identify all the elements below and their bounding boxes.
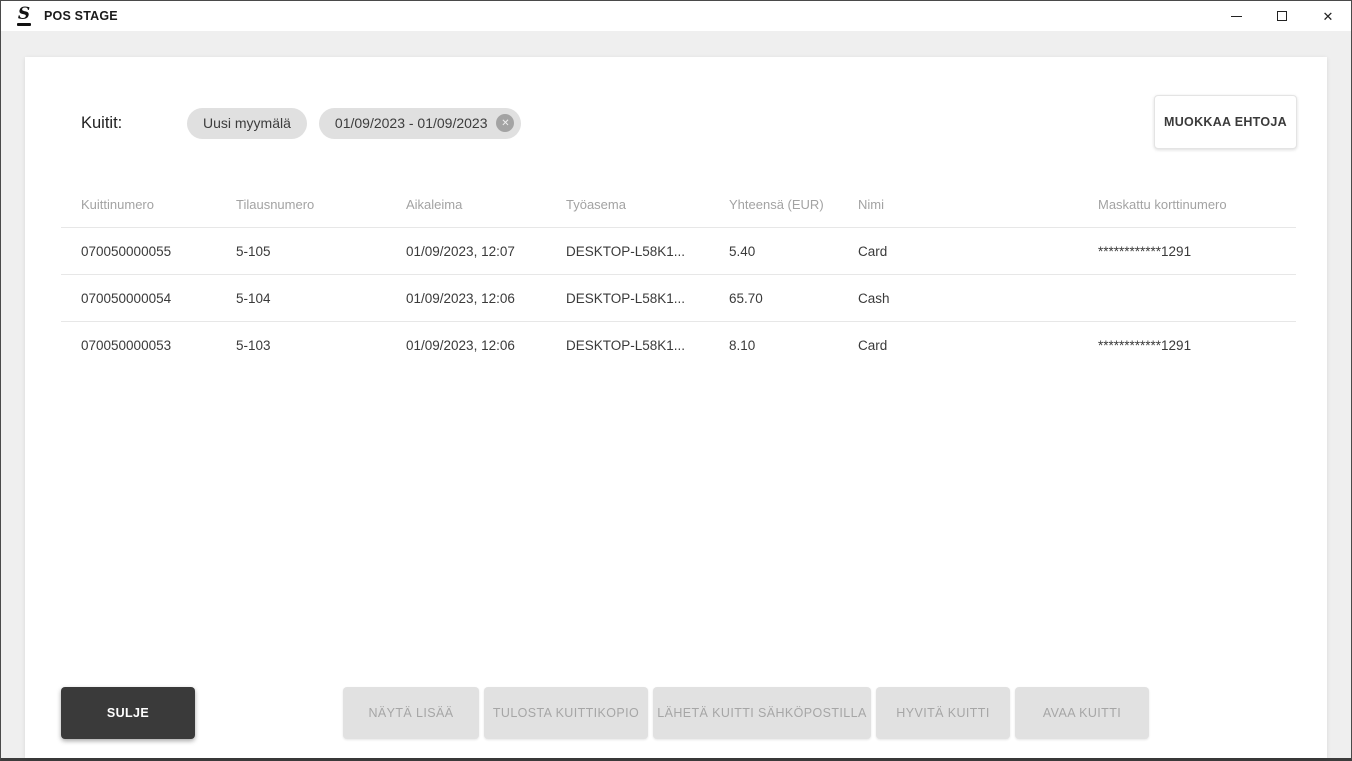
minimize-icon [1231,16,1242,17]
cell-kuittinumero: 070050000053 [81,338,236,353]
table-header-row: Kuittinumero Tilausnumero Aikaleima Työa… [61,181,1296,228]
app-window: S POS STAGE ✕ Kuitit: Uusi myymälä [0,0,1352,761]
cell-maskattu-korttinumero: ************1291 [1098,244,1296,259]
header-maskattu-korttinumero: Maskattu korttinumero [1098,197,1296,212]
receipts-table: Kuittinumero Tilausnumero Aikaleima Työa… [61,181,1296,369]
cell-yhteensa: 8.10 [729,338,858,353]
remove-date-filter-icon[interactable]: ✕ [496,114,514,132]
receipts-filter-label: Kuitit: [81,114,187,133]
store-filter-chip[interactable]: Uusi myymälä [187,108,307,139]
date-range-filter-chip[interactable]: 01/09/2023 - 01/09/2023 ✕ [319,108,522,139]
cell-kuittinumero: 070050000054 [81,291,236,306]
app-logo-glyph: S [18,7,30,22]
cell-tilausnumero: 5-103 [236,338,406,353]
cell-tyoasema: DESKTOP-L58K1... [566,244,729,259]
cell-nimi: Card [858,244,1098,259]
cell-aikaleima: 01/09/2023, 12:06 [406,338,566,353]
cell-kuittinumero: 070050000055 [81,244,236,259]
filter-row: Kuitit: Uusi myymälä 01/09/2023 - 01/09/… [81,107,533,139]
header-tyoasema: Työasema [566,197,729,212]
maximize-icon [1277,11,1287,21]
print-receipt-copy-button[interactable]: TULOSTA KUITTIKOPIO [484,687,648,739]
minimize-button[interactable] [1213,1,1259,31]
app-background: Kuitit: Uusi myymälä 01/09/2023 - 01/09/… [1,31,1351,758]
cell-tyoasema: DESKTOP-L58K1... [566,291,729,306]
header-kuittinumero: Kuittinumero [81,197,236,212]
table-row[interactable]: 070050000055 5-105 01/09/2023, 12:07 DES… [61,228,1296,275]
store-filter-chip-label: Uusi myymälä [203,115,291,131]
close-window-button[interactable]: ✕ [1305,1,1351,31]
table-row[interactable]: 070050000054 5-104 01/09/2023, 12:06 DES… [61,275,1296,322]
cell-aikaleima: 01/09/2023, 12:06 [406,291,566,306]
open-receipt-button[interactable]: AVAA KUITTI [1015,687,1149,739]
header-aikaleima: Aikaleima [406,197,566,212]
maximize-button[interactable] [1259,1,1305,31]
app-logo-bar [17,23,31,26]
table-row[interactable]: 070050000053 5-103 01/09/2023, 12:06 DES… [61,322,1296,369]
window-title: POS STAGE [44,9,118,23]
cell-aikaleima: 01/09/2023, 12:07 [406,244,566,259]
edit-conditions-button[interactable]: MUOKKAA EHTOJA [1154,95,1297,149]
title-bar: S POS STAGE ✕ [1,1,1351,31]
receipt-actions: NÄYTÄ LISÄÄ TULOSTA KUITTIKOPIO LÄHETÄ K… [343,687,1149,739]
cell-nimi: Cash [858,291,1098,306]
email-receipt-button[interactable]: LÄHETÄ KUITTI SÄHKÖPOSTILLA [653,687,871,739]
close-window-icon: ✕ [1323,10,1334,23]
receipts-panel: Kuitit: Uusi myymälä 01/09/2023 - 01/09/… [25,57,1327,758]
cell-tilausnumero: 5-105 [236,244,406,259]
cell-tilausnumero: 5-104 [236,291,406,306]
window-controls: ✕ [1213,1,1351,31]
app-logo-icon: S [13,5,35,27]
refund-receipt-button[interactable]: HYVITÄ KUITTI [876,687,1010,739]
header-tilausnumero: Tilausnumero [236,197,406,212]
header-yhteensa: Yhteensä (EUR) [729,197,858,212]
cell-yhteensa: 65.70 [729,291,858,306]
close-button[interactable]: SULJE [61,687,195,739]
cell-yhteensa: 5.40 [729,244,858,259]
show-more-button[interactable]: NÄYTÄ LISÄÄ [343,687,479,739]
cell-nimi: Card [858,338,1098,353]
date-range-filter-chip-label: 01/09/2023 - 01/09/2023 [335,115,488,131]
header-nimi: Nimi [858,197,1098,212]
cell-maskattu-korttinumero: ************1291 [1098,338,1296,353]
cell-tyoasema: DESKTOP-L58K1... [566,338,729,353]
